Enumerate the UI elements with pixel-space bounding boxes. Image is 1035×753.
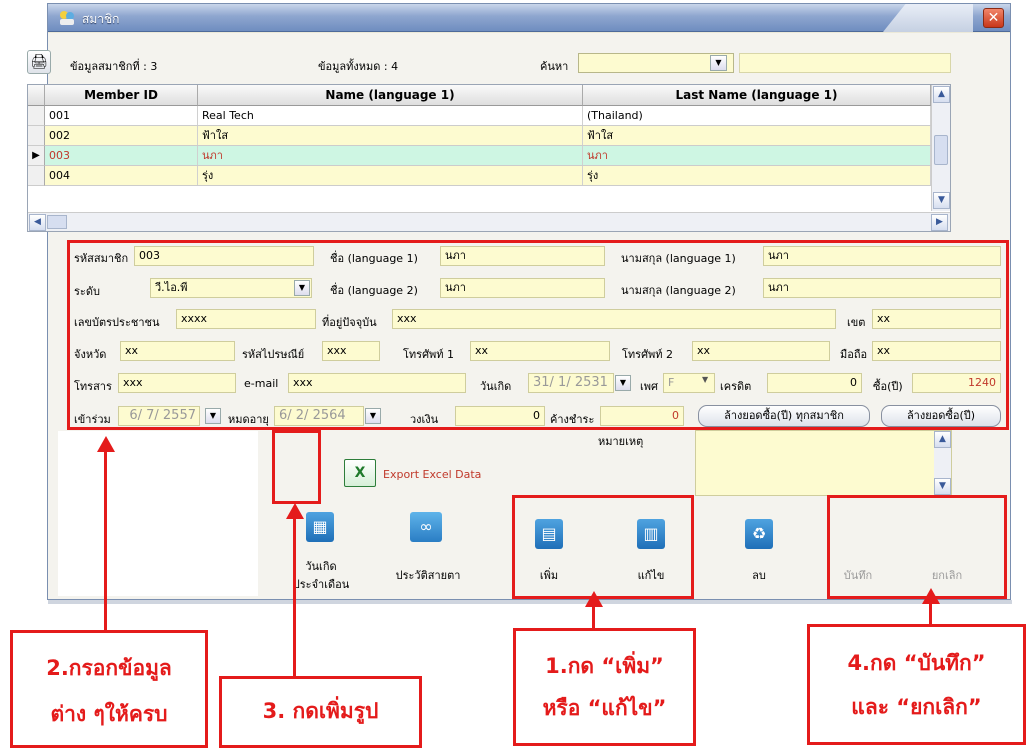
- callout-step2-line1: 2.กรอกข้อมูล: [46, 656, 172, 680]
- member-grid: Member ID Name (language 1) Last Name (l…: [27, 84, 951, 232]
- cell-name: รุ่ง: [198, 166, 583, 185]
- scroll-down-icon[interactable]: ▼: [934, 478, 951, 495]
- callout-step1: 1.กด “เพิ่ม” หรือ “แก้ไข”: [513, 628, 696, 746]
- table-row[interactable]: 001 Real Tech (Thailand): [45, 106, 931, 126]
- row-indicator[interactable]: [28, 106, 45, 126]
- annotation-form-highlight: [67, 240, 1009, 430]
- calendar-icon[interactable]: ▦: [306, 512, 334, 542]
- cell-last-name: รุ่ง: [583, 166, 931, 185]
- print-button[interactable]: 🖨: [27, 50, 51, 74]
- window-title: สมาชิก: [82, 12, 120, 26]
- annotation-save-cancel-highlight: [827, 495, 1007, 599]
- search-label: ค้นหา: [540, 60, 569, 73]
- scroll-thumb[interactable]: [934, 135, 948, 165]
- member-index-label: ข้อมูลสมาชิกที่ : 3: [70, 60, 158, 73]
- title-decoration: [883, 4, 973, 32]
- cell-last-name: นภา: [583, 146, 931, 165]
- cell-member-id: 001: [45, 106, 198, 125]
- callout-step2: 2.กรอกข้อมูล ต่าง ๆให้ครบ: [10, 630, 208, 748]
- scroll-thumb[interactable]: [47, 215, 67, 229]
- glasses-icon[interactable]: ∞: [410, 512, 442, 542]
- callout-step1-line2: หรือ “แก้ไข”: [542, 696, 667, 720]
- annotation-add-edit-highlight: [512, 495, 694, 599]
- chevron-down-icon[interactable]: ▼: [710, 55, 727, 71]
- scroll-right-icon[interactable]: ▶: [931, 214, 948, 231]
- note-textarea[interactable]: [695, 430, 952, 496]
- grid-corner: [28, 85, 45, 106]
- cell-name: นภา: [198, 146, 583, 165]
- callout-step4: 4.กด “บันทึก” และ “ยกเลิก”: [807, 624, 1026, 745]
- row-indicator[interactable]: [28, 126, 45, 146]
- note-scrollbar[interactable]: ▲ ▼: [934, 431, 951, 495]
- search-input[interactable]: [739, 53, 951, 73]
- scroll-down-icon[interactable]: ▼: [933, 192, 950, 209]
- callout-step1-line1: 1.กด “เพิ่ม”: [545, 654, 664, 678]
- table-row[interactable]: 004 รุ่ง รุ่ง: [45, 166, 931, 186]
- cell-name: Real Tech: [198, 106, 583, 125]
- export-excel-link[interactable]: Export Excel Data: [383, 468, 481, 481]
- cell-last-name: ฟ้าใส: [583, 126, 931, 145]
- cell-member-id: 002: [45, 126, 198, 145]
- recycle-bin-icon[interactable]: ♻: [745, 519, 773, 549]
- column-header-last-name[interactable]: Last Name (language 1): [583, 85, 931, 106]
- column-header-name[interactable]: Name (language 1): [198, 85, 583, 106]
- grid-vertical-scrollbar[interactable]: ▲ ▼: [931, 85, 950, 211]
- annotation-arrow-line: [929, 602, 932, 626]
- scroll-up-icon[interactable]: ▲: [933, 86, 950, 103]
- app-icon: [58, 9, 76, 27]
- eye-history-button[interactable]: ประวัติสายตา: [388, 566, 468, 584]
- cell-name: ฟ้าใส: [198, 126, 583, 145]
- scroll-left-icon[interactable]: ◀: [29, 214, 46, 231]
- annotation-arrow-line: [104, 450, 107, 633]
- annotation-photo-highlight: [272, 430, 321, 504]
- delete-button[interactable]: ลบ: [737, 566, 781, 584]
- excel-icon[interactable]: X: [344, 459, 376, 487]
- cell-member-id: 004: [45, 166, 198, 185]
- callout-step2-line2: ต่าง ๆให้ครบ: [50, 702, 168, 726]
- member-photo-area[interactable]: [58, 431, 258, 596]
- cell-last-name: (Thailand): [583, 106, 931, 125]
- table-row-selected[interactable]: 003 นภา นภา: [45, 146, 931, 166]
- cell-member-id: 003: [45, 146, 198, 165]
- scroll-up-icon[interactable]: ▲: [934, 431, 951, 448]
- grid-horizontal-scrollbar[interactable]: ◀ ▶: [28, 212, 950, 231]
- callout-step4-line1: 4.กด “บันทึก”: [847, 651, 986, 675]
- note-label: หมายเหตุ: [598, 435, 644, 448]
- printer-icon: 🖨: [30, 54, 48, 70]
- close-button[interactable]: ✕: [983, 8, 1004, 28]
- row-indicator[interactable]: [28, 166, 45, 186]
- column-header-member-id[interactable]: Member ID: [45, 85, 198, 106]
- table-row[interactable]: 002 ฟ้าใส ฟ้าใส: [45, 126, 931, 146]
- status-bar: [48, 600, 1012, 604]
- callout-step4-line2: และ “ยกเลิก”: [851, 695, 982, 719]
- total-records-label: ข้อมูลทั้งหมด : 4: [318, 60, 399, 73]
- annotation-arrow-line: [293, 517, 296, 677]
- callout-step3: 3. กดเพิ่มรูป: [219, 676, 422, 748]
- current-row-pointer-icon[interactable]: ▶: [28, 146, 45, 166]
- title-bar[interactable]: สมาชิก ✕: [48, 4, 1010, 32]
